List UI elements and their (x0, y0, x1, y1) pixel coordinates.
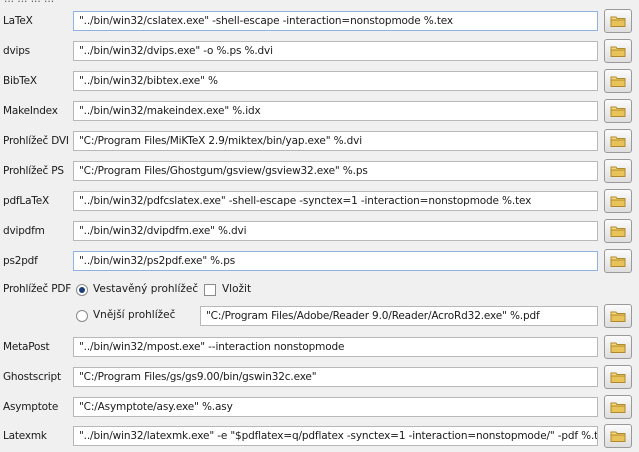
pdf-viewer-label: Prohlížeč PDF (3, 283, 72, 295)
row-ps2pdf: ps2pdf "../bin/win32/ps2pdf.exe" %.ps (0, 247, 639, 277)
row-dvips: dvips "../bin/win32/dvips.exe" -o %.ps %… (0, 37, 639, 67)
row-metapost: MetaPost "../bin/win32/mpost.exe" --inte… (0, 333, 639, 363)
makeindex-browse-button[interactable] (604, 99, 632, 123)
row-asymptote: Asymptote "C:/Asymptote/asy.exe" %.asy (0, 393, 639, 423)
builtin-viewer-label: Vestavěný prohlížeč (93, 283, 199, 295)
ghostscript-label: Ghostscript (3, 371, 61, 383)
dvipdfm-browse-button[interactable] (604, 219, 632, 243)
metapost-command-input[interactable]: "../bin/win32/mpost.exe" --interaction n… (73, 337, 598, 357)
dvips-browse-button[interactable] (604, 39, 632, 63)
asymptote-label: Asymptote (3, 401, 59, 413)
bibtex-label: BibTeX (3, 75, 37, 87)
external-viewer-radio[interactable] (76, 310, 88, 322)
ps2pdf-browse-button[interactable] (604, 249, 632, 273)
metapost-browse-button[interactable] (604, 335, 632, 359)
ps-viewer-browse-button[interactable] (604, 159, 632, 183)
row-ghostscript: Ghostscript "C:/Program Files/gs/gs9.00/… (0, 363, 639, 393)
latex-browse-button[interactable] (604, 9, 632, 33)
dvips-label: dvips (3, 45, 30, 57)
row-dvi-viewer: Prohlížeč DVI "C:/Program Files/MiKTeX 2… (0, 127, 639, 157)
row-dvipdfm: dvipdfm "../bin/win32/dvipdfm.exe" %.dvi (0, 217, 639, 247)
pdf-viewer-group: Prohlížeč PDF Vestavěný prohlížeč Vložit… (0, 277, 639, 333)
metapost-label: MetaPost (3, 341, 50, 353)
row-latexmk: Latexmk "../bin/win32/latexmk.exe" -e "$… (0, 422, 639, 452)
embed-checkbox[interactable] (204, 284, 216, 296)
ghostscript-command-input[interactable]: "C:/Program Files/gs/gs9.00/bin/gswin32c… (73, 367, 598, 387)
makeindex-command-input[interactable]: "../bin/win32/makeindex.exe" %.idx (73, 101, 598, 121)
external-viewer-command-input[interactable]: "C:/Program Files/Adobe/Reader 9.0/Reade… (200, 306, 598, 326)
ps2pdf-command-input[interactable]: "../bin/win32/ps2pdf.exe" %.ps (73, 251, 598, 271)
dvi-viewer-browse-button[interactable] (604, 129, 632, 153)
bibtex-browse-button[interactable] (604, 69, 632, 93)
ps-viewer-command-input[interactable]: "C:/Program Files/Ghostgum/gsview/gsview… (73, 161, 598, 181)
asymptote-command-input[interactable]: "C:/Asymptote/asy.exe" %.asy (73, 397, 598, 417)
row-latex: LaTeX "../bin/win32/cslatex.exe" -shell-… (0, 7, 639, 37)
builtin-viewer-radio[interactable] (76, 284, 88, 296)
row-makeindex: MakeIndex "../bin/win32/makeindex.exe" %… (0, 97, 639, 127)
latexmk-label: Latexmk (3, 430, 47, 442)
asymptote-browse-button[interactable] (604, 395, 632, 419)
latexmk-command-input[interactable]: "../bin/win32/latexmk.exe" -e "$pdflatex… (73, 426, 598, 446)
top-partial-text: ... ... ... ... (4, 0, 54, 5)
external-viewer-label: Vnější prohlížeč (93, 309, 176, 321)
makeindex-label: MakeIndex (3, 105, 58, 117)
dvi-viewer-command-input[interactable]: "C:/Program Files/MiKTeX 2.9/miktex/bin/… (73, 131, 598, 151)
latexmk-browse-button[interactable] (604, 424, 632, 448)
ps2pdf-label: ps2pdf (3, 255, 38, 267)
row-bibtex: BibTeX "../bin/win32/bibtex.exe" % (0, 67, 639, 97)
pdflatex-browse-button[interactable] (604, 189, 632, 213)
bibtex-command-input[interactable]: "../bin/win32/bibtex.exe" % (73, 71, 598, 91)
pdflatex-command-input[interactable]: "../bin/win32/pdfcslatex.exe" -shell-esc… (73, 191, 598, 211)
top-partial-row: ... ... ... ... (0, 0, 639, 6)
external-viewer-browse-button[interactable] (604, 304, 632, 328)
row-ps-viewer: Prohlížeč PS "C:/Program Files/Ghostgum/… (0, 157, 639, 187)
ghostscript-browse-button[interactable] (604, 365, 632, 389)
pdflatex-label: pdfLaTeX (3, 195, 49, 207)
latex-label: LaTeX (3, 15, 33, 27)
latex-command-input[interactable]: "../bin/win32/cslatex.exe" -shell-escape… (73, 11, 598, 31)
dvips-command-input[interactable]: "../bin/win32/dvips.exe" -o %.ps %.dvi (73, 41, 598, 61)
dvipdfm-command-input[interactable]: "../bin/win32/dvipdfm.exe" %.dvi (73, 221, 598, 241)
embed-label: Vložit (222, 283, 252, 295)
row-pdflatex: pdfLaTeX "../bin/win32/pdfcslatex.exe" -… (0, 187, 639, 217)
ps-viewer-label: Prohlížeč PS (3, 165, 64, 177)
dvipdfm-label: dvipdfm (3, 225, 45, 237)
dvi-viewer-label: Prohlížeč DVI (3, 135, 69, 147)
